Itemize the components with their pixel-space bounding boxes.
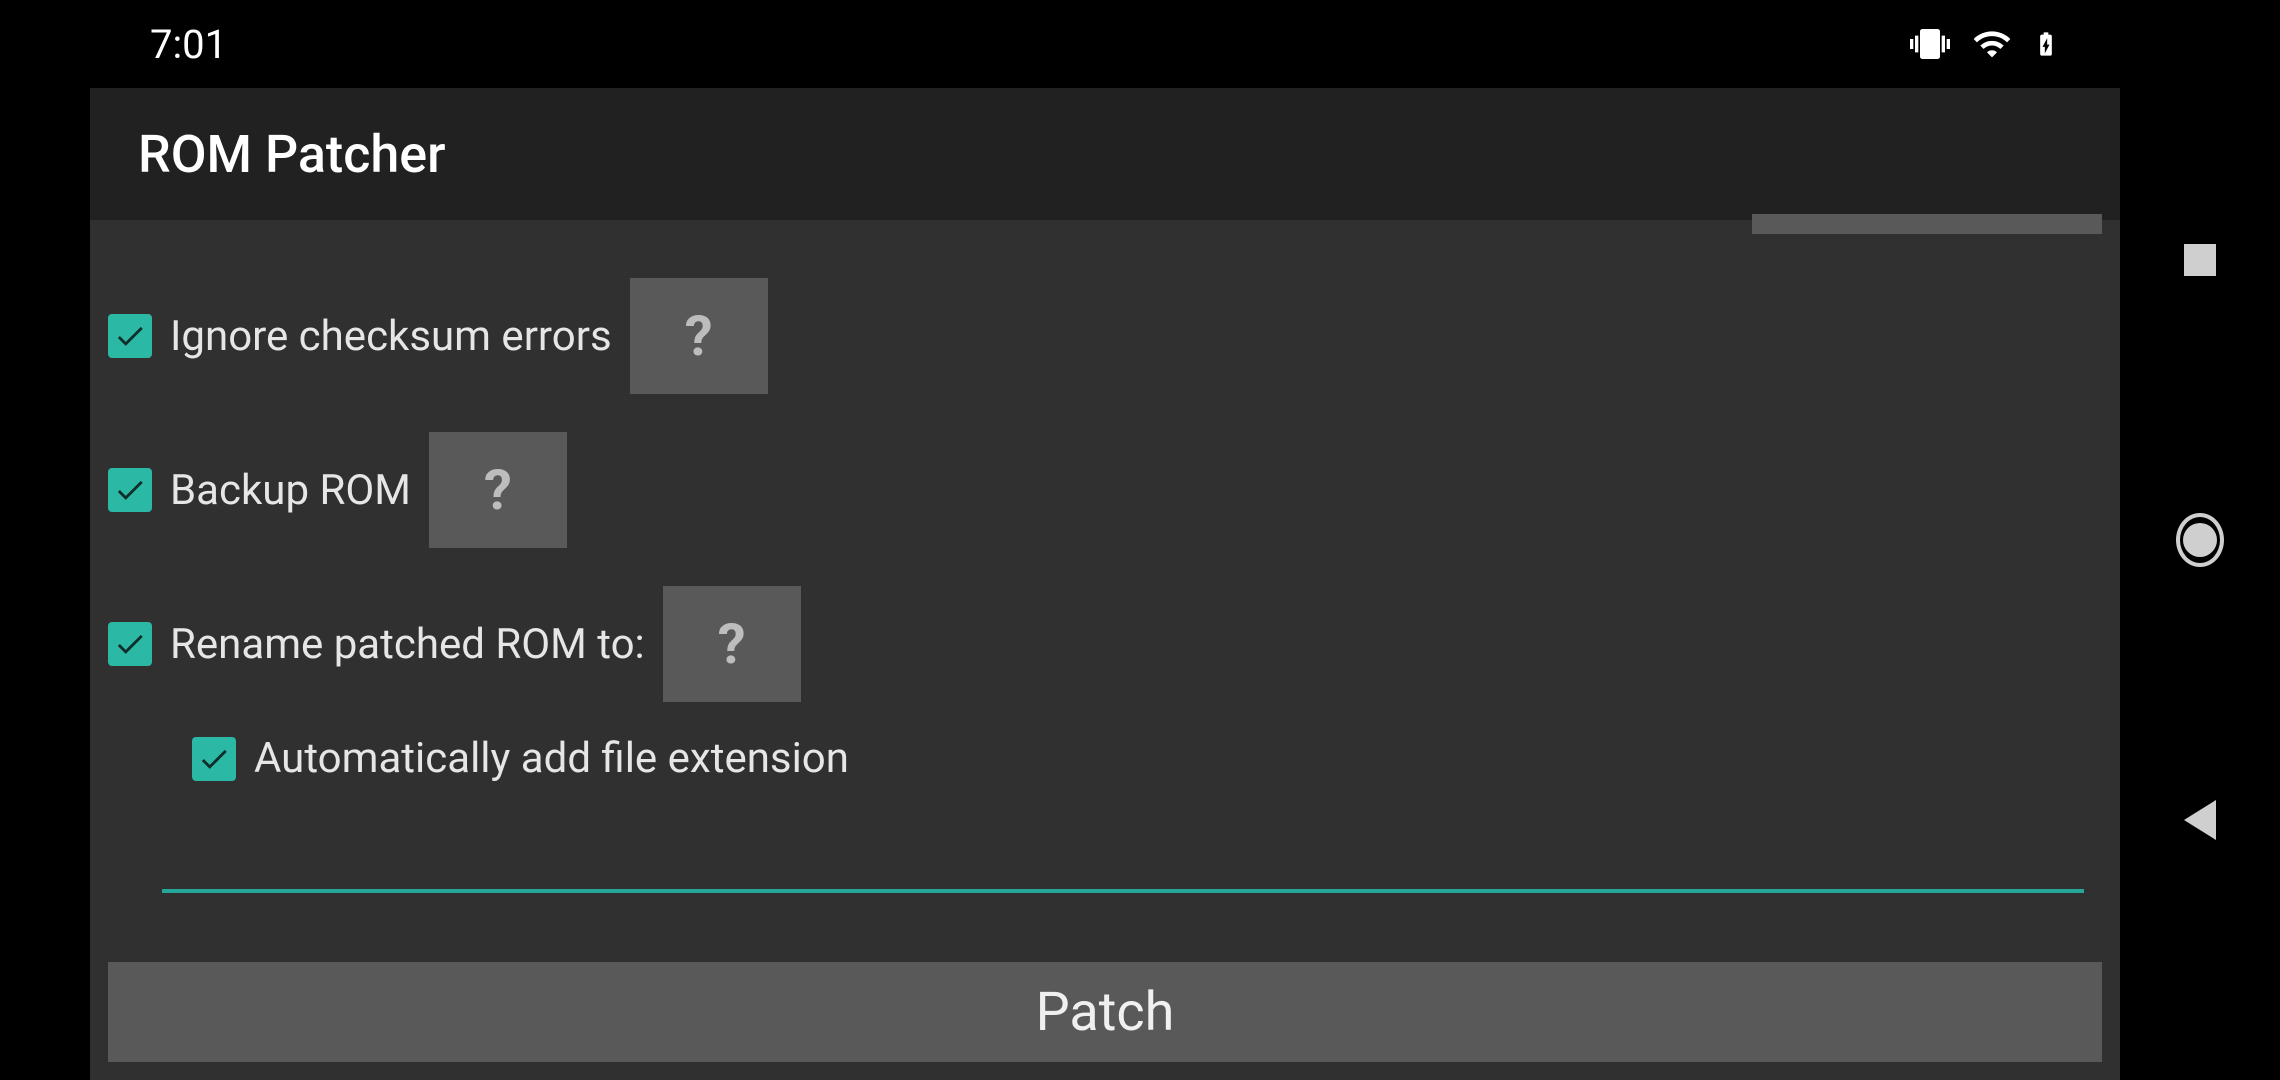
app-title-text: ROM Patcher bbox=[138, 124, 445, 185]
option-ignore-checksum: Ignore checksum errors ? bbox=[108, 278, 2102, 394]
checkbox-auto-extension[interactable] bbox=[192, 737, 236, 781]
patch-button[interactable]: Patch bbox=[108, 962, 2102, 1062]
help-backup-rom[interactable]: ? bbox=[429, 432, 567, 548]
question-mark-icon: ? bbox=[718, 611, 746, 677]
app-title: ROM Patcher bbox=[90, 88, 2120, 220]
checkbox-rename-patched[interactable] bbox=[108, 622, 152, 666]
question-mark-icon: ? bbox=[484, 457, 512, 523]
nav-back-button[interactable] bbox=[2176, 796, 2224, 844]
label-rename-patched: Rename patched ROM to: bbox=[170, 620, 645, 669]
android-nav-bar bbox=[2120, 0, 2280, 1080]
triangle-back-icon bbox=[2184, 800, 2216, 840]
square-icon bbox=[2184, 244, 2216, 276]
option-auto-extension: Automatically add file extension bbox=[108, 734, 2102, 783]
nav-home-button[interactable] bbox=[2176, 516, 2224, 564]
status-bar: 7:01 bbox=[90, 0, 2120, 88]
help-ignore-checksum[interactable]: ? bbox=[630, 278, 768, 394]
status-icons bbox=[1908, 22, 2060, 66]
nav-overview-button[interactable] bbox=[2176, 236, 2224, 284]
option-rename-patched: Rename patched ROM to: ? bbox=[108, 586, 2102, 702]
label-auto-extension: Automatically add file extension bbox=[254, 734, 849, 783]
partial-button-above[interactable] bbox=[1752, 214, 2102, 234]
filename-input[interactable] bbox=[162, 807, 2084, 893]
question-mark-icon: ? bbox=[685, 303, 713, 369]
wifi-icon bbox=[1970, 24, 2014, 64]
circle-icon bbox=[2176, 513, 2224, 567]
help-rename-patched[interactable]: ? bbox=[663, 586, 801, 702]
battery-charging-icon bbox=[2032, 22, 2060, 66]
patch-button-label: Patch bbox=[1036, 981, 1175, 1044]
label-ignore-checksum: Ignore checksum errors bbox=[170, 312, 612, 361]
label-backup-rom: Backup ROM bbox=[170, 466, 411, 515]
vibrate-icon bbox=[1908, 24, 1952, 64]
checkbox-ignore-checksum[interactable] bbox=[108, 314, 152, 358]
checkbox-backup-rom[interactable] bbox=[108, 468, 152, 512]
option-backup-rom: Backup ROM ? bbox=[108, 432, 2102, 548]
status-time: 7:01 bbox=[150, 21, 227, 68]
